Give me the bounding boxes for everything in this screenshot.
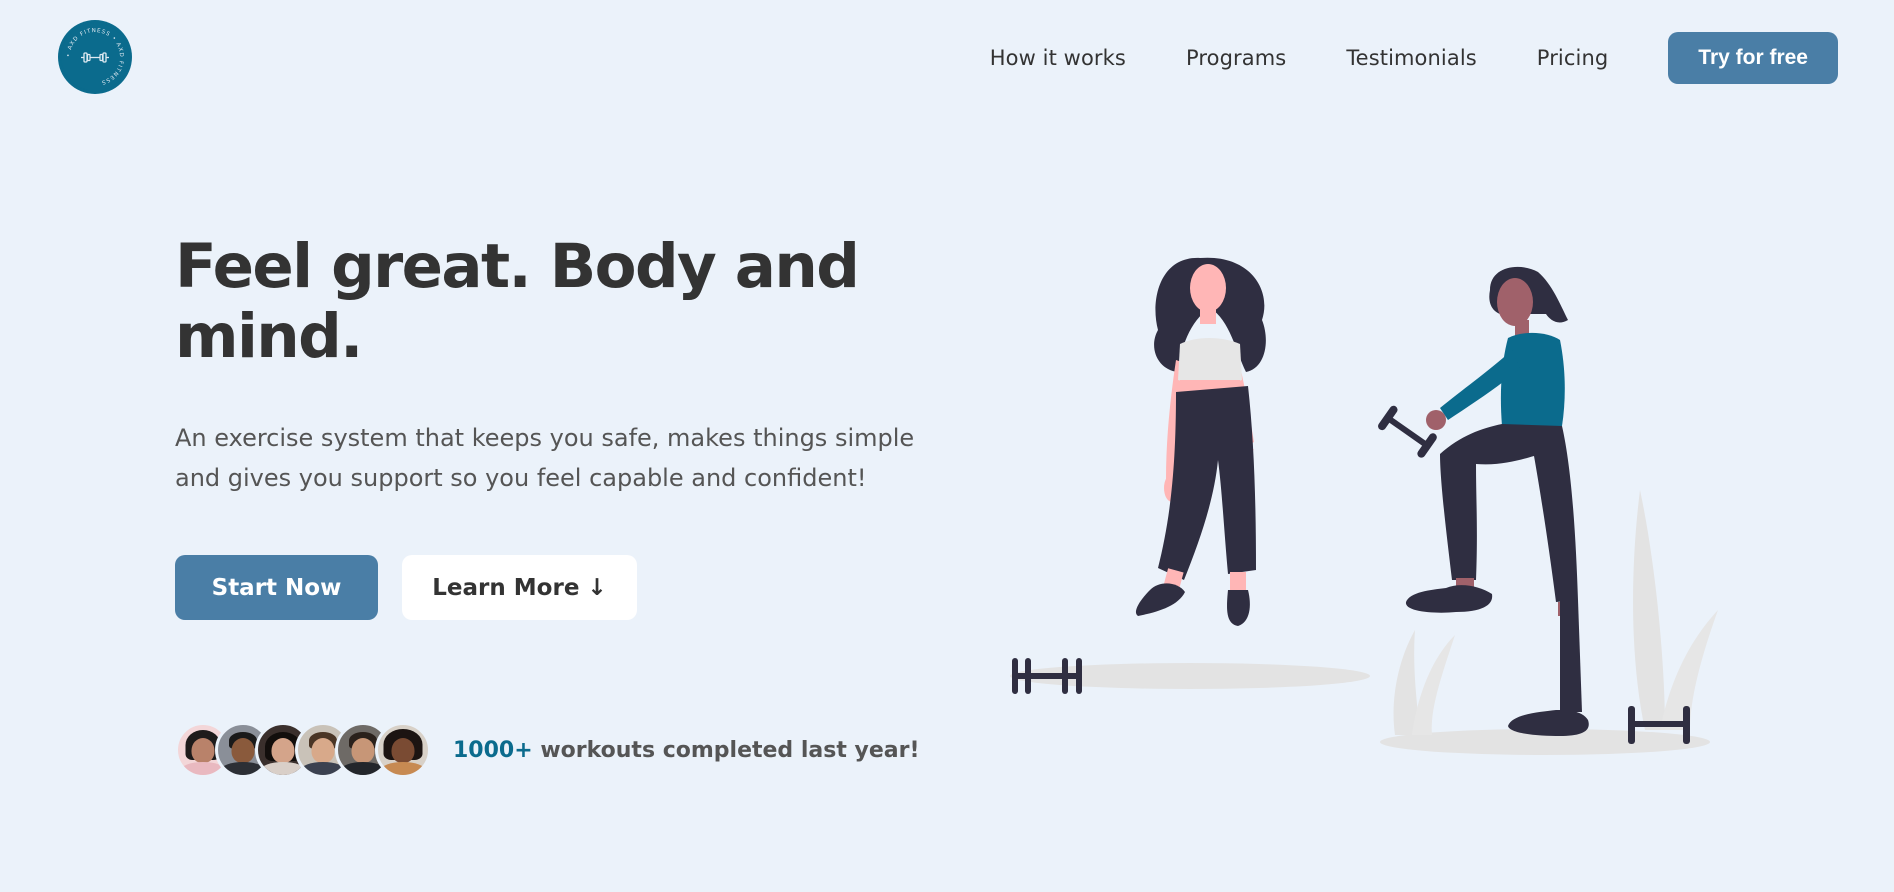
hero-description: An exercise system that keeps you safe, … (175, 424, 915, 492)
social-proof-text: 1000+ workouts completed last year! (453, 738, 920, 763)
site-header: • AXD FITNESS • AXD FITNESS How it works… (0, 0, 1894, 115)
start-now-button[interactable]: Start Now (175, 555, 378, 620)
dumbbell-icon: • AXD FITNESS • AXD FITNESS (60, 22, 130, 92)
customer-avatars (175, 722, 431, 778)
svg-text:• AXD FITNESS • AXD FITNESS: • AXD FITNESS • AXD FITNESS (66, 28, 124, 85)
try-for-free-button[interactable]: Try for free (1668, 32, 1838, 84)
nav-link-pricing[interactable]: Pricing (1537, 46, 1608, 70)
workout-count: 1000+ (453, 737, 533, 763)
woman-standing (1135, 257, 1266, 626)
hero-title: Feel great. Body and mind. (175, 231, 860, 372)
logo[interactable]: • AXD FITNESS • AXD FITNESS (58, 20, 132, 94)
workout-count-label: workouts completed last year! (532, 737, 920, 763)
social-proof: 1000+ workouts completed last year! (175, 722, 920, 778)
two-women-exercising-illustration (1010, 257, 1718, 755)
nav-link-testimonials[interactable]: Testimonials (1346, 46, 1476, 70)
learn-more-button[interactable]: Learn More ↓ (402, 555, 637, 620)
logo-ring-text: • AXD FITNESS • AXD FITNESS (66, 28, 123, 85)
nav-link-how-it-works[interactable]: How it works (990, 46, 1126, 70)
avatar (375, 722, 431, 778)
main-nav: How it works Programs Testimonials Prici… (990, 32, 1838, 84)
hero-buttons: Start Now Learn More ↓ (175, 555, 637, 620)
hero-section: Feel great. Body and mind. An exercise s… (175, 232, 935, 498)
nav-link-programs[interactable]: Programs (1186, 46, 1286, 70)
